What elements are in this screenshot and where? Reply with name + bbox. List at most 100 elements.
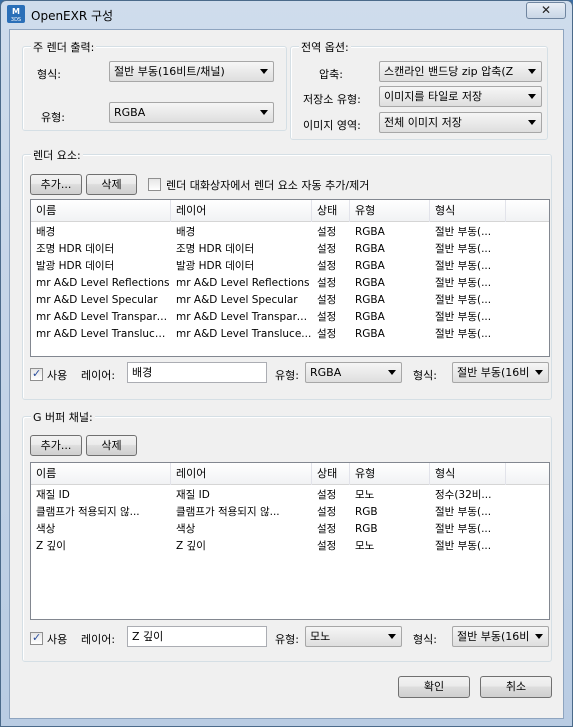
add-gbuffer-channel-button[interactable]: 추가... [30,435,82,456]
table-row[interactable]: Z 깊이 Z 깊이 설정 모노 절반 부동(... [31,538,549,555]
cell-name: mr A&D Level Specular [36,294,158,306]
cell-status: 설정 [317,226,337,238]
format-select[interactable]: 절반 부동(16비트/채널) [109,61,274,82]
table-row[interactable]: mr A&D Level Specular mr A&D Level Specul… [31,292,549,309]
layer-label: 레이어: [81,633,116,646]
table-row[interactable]: 재질 ID 재질 ID 설정 모노 정수(32비... [31,487,549,504]
cell-status: 설정 [317,523,337,535]
group-title: G 버퍼 채널: [31,409,95,425]
type-label: 유형: [275,369,299,382]
cell-status: 설정 [317,489,337,501]
cell-type: 모노 [355,489,375,501]
cell-status: 설정 [317,277,337,289]
cell-layer: 배경 [176,226,196,238]
render-elements-group: 렌더 요소: 추가... 삭제 렌더 대화상자에서 렌더 요소 자동 추가/제거… [22,147,552,400]
table-row[interactable]: mr A&D Level Reflections mr A&D Level Ref… [31,275,549,292]
cell-type: RGBA [355,311,385,323]
use-channel-checkbox[interactable] [30,631,43,645]
column-header-format[interactable]: 형식 [430,463,506,485]
group-title: 렌더 요소: [31,147,83,163]
cell-type: 모노 [355,540,375,552]
compression-select[interactable]: 스캔라인 밴드당 zip 압축(Z [379,61,542,82]
window-title: OpenEXR 구성 [31,9,114,23]
column-header-layer[interactable]: 레이어 [171,200,312,222]
cell-layer: Z 깊이 [176,540,206,552]
cell-name: 조명 HDR 데이터 [36,243,115,255]
column-header-type[interactable]: 유형 [350,200,430,222]
chevron-down-icon [528,69,536,74]
3dsmax-app-icon: M 3DS [7,5,25,23]
svg-text:3DS: 3DS [11,17,21,23]
cell-format: 절반 부동(... [435,260,492,272]
gbuffer-channels-list[interactable]: 이름 레이어 상태 유형 형식 재질 ID 재질 ID 설정 모노 정수(32비... 클… [30,462,550,620]
column-header-format[interactable]: 형식 [430,200,506,222]
cell-type: RGBA [355,243,385,255]
use-element-checkbox[interactable] [30,367,43,381]
delete-gbuffer-channel-button[interactable]: 삭제 [86,435,137,456]
table-row[interactable]: 조명 HDR 데이터 조명 HDR 데이터 설정 RGBA 절반 부동(... [31,241,549,258]
openexr-config-dialog: M 3DS OpenEXR 구성 ✕ 주 렌더 출력: 형식: 절반 부동(16… [0,0,573,727]
table-row[interactable]: 발광 HDR 데이터 발광 HDR 데이터 설정 RGBA 절반 부동(... [31,258,549,275]
cell-name: mr A&D Level Translucency [36,328,171,340]
cell-type: RGBA [355,226,385,238]
table-row[interactable]: mr A&D Level Translucency mr A&D Level Tr… [31,326,549,343]
type-label: 유형: [275,633,299,646]
cell-layer: 재질 ID [176,489,210,501]
column-header-name[interactable]: 이름 [31,463,171,485]
cell-format: 절반 부동(... [435,523,492,535]
image-region-select[interactable]: 전체 이미지 저장 [379,112,542,133]
element-type-select[interactable]: RGBA [305,362,402,383]
image-region-label: 이미지 영역: [303,119,361,132]
render-elements-list[interactable]: 이름 레이어 상태 유형 형식 배경 배경 설정 RGBA 절반 부동(... 조명 HD… [30,199,550,357]
delete-render-element-button[interactable]: 삭제 [86,174,137,195]
list-header: 이름 레이어 상태 유형 형식 [31,200,549,222]
gbuffer-channels-group: G 버퍼 채널: 추가... 삭제 이름 레이어 상태 유형 형식 재질 ID 재… [22,409,552,662]
cell-type: RGBA [355,328,385,340]
column-header-layer[interactable]: 레이어 [171,463,312,485]
cell-type: RGBA [355,294,385,306]
chevron-down-icon [260,110,268,115]
table-row[interactable]: 배경 배경 설정 RGBA 절반 부동(... [31,224,549,241]
channel-type-select[interactable]: 모노 [305,626,402,647]
cell-layer: mr A&D Level Specular [176,294,298,306]
add-render-element-button[interactable]: 추가... [30,174,82,195]
type-select[interactable]: RGBA [109,102,274,123]
cell-format: 절반 부동(... [435,277,492,289]
column-header-type[interactable]: 유형 [350,463,430,485]
auto-add-remove-checkbox[interactable] [148,178,161,191]
dialog-body: 주 렌더 출력: 형식: 절반 부동(16비트/채널) 유형: RGBA 전역 … [9,29,564,719]
cell-format: 절반 부동(... [435,328,492,340]
chevron-down-icon [535,634,543,639]
cell-status: 설정 [317,311,337,323]
cell-format: 절반 부동(... [435,311,492,323]
layer-name-input[interactable]: 배경 [127,362,267,383]
storage-type-select[interactable]: 이미지를 타일로 저장 [379,86,542,107]
cell-name: 발광 HDR 데이터 [36,260,115,272]
table-row[interactable]: mr A&D Level Transpare... mr A&D Level Tr… [31,309,549,326]
cancel-button[interactable]: 취소 [480,676,552,698]
column-header-status[interactable]: 상태 [312,200,350,222]
storage-type-label: 저장소 유형: [303,93,361,106]
title-bar[interactable]: M 3DS OpenEXR 구성 ✕ [1,1,572,27]
ok-button[interactable]: 확인 [398,676,470,698]
cell-layer: 클램프가 적용되지 않... [176,506,280,518]
cell-format: 절반 부동(... [435,226,492,238]
column-header-name[interactable]: 이름 [31,200,171,222]
cell-layer: mr A&D Level Transluce... [176,328,312,340]
layer-name-input[interactable]: Z 깊이 [127,626,267,647]
group-title: 주 렌더 출력: [31,39,97,55]
cell-name: 클램프가 적용되지 않... [36,506,140,518]
close-button[interactable]: ✕ [526,2,566,19]
cell-format: 절반 부동(... [435,506,492,518]
table-row[interactable]: 색상 색상 설정 RGB 절반 부동(... [31,521,549,538]
cell-format: 절반 부동(... [435,540,492,552]
cell-status: 설정 [317,260,337,272]
cell-name: mr A&D Level Transpare... [36,311,171,323]
channel-format-select[interactable]: 절반 부동(16비 [452,626,549,647]
table-row[interactable]: 클램프가 적용되지 않... 클램프가 적용되지 않... 설정 RGB 절반 부동(.… [31,504,549,521]
cell-status: 설정 [317,540,337,552]
cell-type: RGBA [355,277,385,289]
use-label: 사용 [47,369,68,382]
element-format-select[interactable]: 절반 부동(16비 [452,362,549,383]
column-header-status[interactable]: 상태 [312,463,350,485]
